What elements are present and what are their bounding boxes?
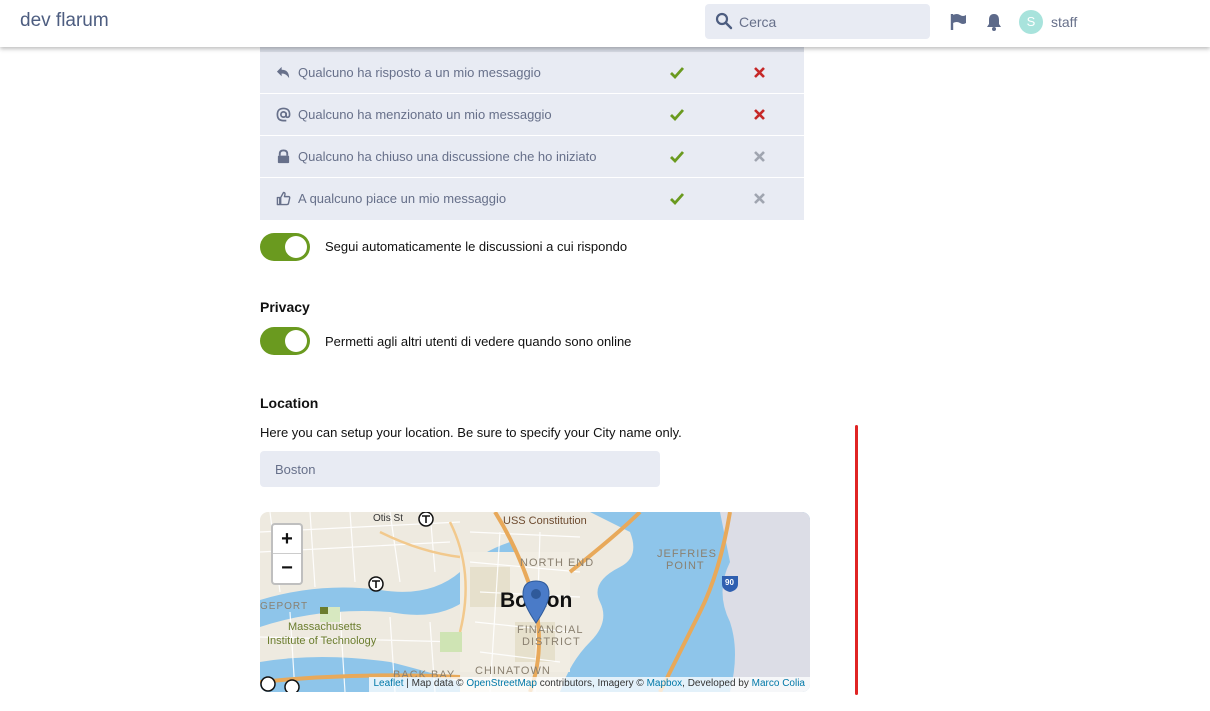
attribution-text: contributors, Imagery © — [536, 678, 647, 689]
online-visibility-label: Permetti agli altri utenti di vedere qua… — [325, 334, 632, 349]
map-label: USS Constitution — [503, 515, 587, 527]
notification-row: Qualcuno ha menzionato un mio messaggio — [260, 94, 804, 136]
osm-link[interactable]: OpenStreetMap — [466, 678, 537, 689]
cross-icon[interactable] — [753, 66, 766, 79]
map-label: Otis St — [373, 513, 404, 524]
location-heading: Location — [260, 395, 319, 411]
location-input[interactable]: Boston — [260, 451, 660, 487]
map-marker-icon[interactable] — [521, 580, 551, 624]
author-link[interactable]: Marco Colia — [752, 678, 805, 689]
notification-row: Qualcuno ha risposto a un mio messaggio — [260, 52, 804, 94]
map-label: CHINATOWN — [475, 665, 551, 677]
notification-grid: Qualcuno ha risposto a un mio messaggio … — [260, 47, 804, 220]
username[interactable]: staff — [1051, 14, 1077, 30]
reply-icon — [276, 66, 290, 79]
bell-icon[interactable] — [984, 12, 1004, 32]
mapbox-link[interactable]: Mapbox — [647, 678, 683, 689]
map-label: Massachusetts — [288, 621, 362, 633]
map-label: GEPORT — [260, 601, 309, 612]
notification-label: Qualcuno ha risposto a un mio messaggio — [298, 65, 541, 80]
map-label: POINT — [666, 560, 705, 572]
check-icon[interactable] — [669, 149, 685, 165]
check-icon[interactable] — [669, 107, 685, 123]
notification-row: Qualcuno ha chiuso una discussione che h… — [260, 136, 804, 178]
lock-icon — [277, 149, 290, 164]
notification-label: Qualcuno ha chiuso una discussione che h… — [298, 149, 597, 164]
map-label: DISTRICT — [522, 636, 581, 648]
notification-label: A qualcuno piace un mio messaggio — [298, 191, 507, 206]
notification-row: A qualcuno piace un mio messaggio — [260, 178, 804, 220]
map-zoom-control: + − — [271, 523, 303, 585]
search-icon — [715, 12, 733, 30]
zoom-out-button[interactable]: − — [273, 554, 301, 583]
thumbs-up-icon — [276, 191, 291, 206]
map-label: Institute of Technology — [267, 635, 377, 647]
leaflet-link[interactable]: Leaflet — [374, 678, 404, 689]
attribution-text: , Developed by — [682, 678, 752, 689]
cross-icon[interactable] — [753, 108, 766, 121]
check-icon[interactable] — [669, 191, 685, 207]
scroll-indicator — [855, 425, 858, 695]
location-map[interactable]: Otis St USS Constitution NORTH END JEFFR… — [260, 512, 810, 692]
notification-label: Qualcuno ha menzionato un mio messaggio — [298, 107, 552, 122]
attribution-text: | Map data © — [403, 678, 467, 689]
zoom-in-button[interactable]: + — [273, 525, 301, 554]
search-placeholder: Cerca — [739, 14, 777, 30]
map-label: FINANCIAL — [517, 624, 584, 636]
map-attribution: Leaflet | Map data © OpenStreetMap contr… — [368, 677, 810, 692]
location-value: Boston — [275, 462, 316, 477]
follow-toggle[interactable] — [260, 233, 310, 261]
cross-icon[interactable] — [753, 192, 766, 205]
online-visibility-toggle[interactable] — [260, 327, 310, 355]
flag-icon[interactable] — [949, 12, 969, 32]
privacy-heading: Privacy — [260, 299, 310, 315]
cross-icon[interactable] — [753, 150, 766, 163]
toggle-knob — [285, 236, 307, 258]
avatar[interactable]: S — [1019, 10, 1043, 34]
at-icon — [276, 107, 291, 122]
app-header: dev flarum Cerca S staff — [0, 0, 1210, 47]
map-label: JEFFRIES — [657, 548, 717, 560]
highway-shield-label: 90 — [725, 578, 734, 587]
location-help-text: Here you can setup your location. Be sur… — [260, 425, 682, 440]
toggle-knob — [285, 330, 307, 352]
forum-title[interactable]: dev flarum — [20, 10, 109, 32]
follow-toggle-label: Segui automaticamente le discussioni a c… — [325, 239, 628, 254]
search-box[interactable]: Cerca — [705, 4, 930, 39]
check-icon[interactable] — [669, 65, 685, 81]
map-label: NORTH END — [520, 557, 595, 569]
